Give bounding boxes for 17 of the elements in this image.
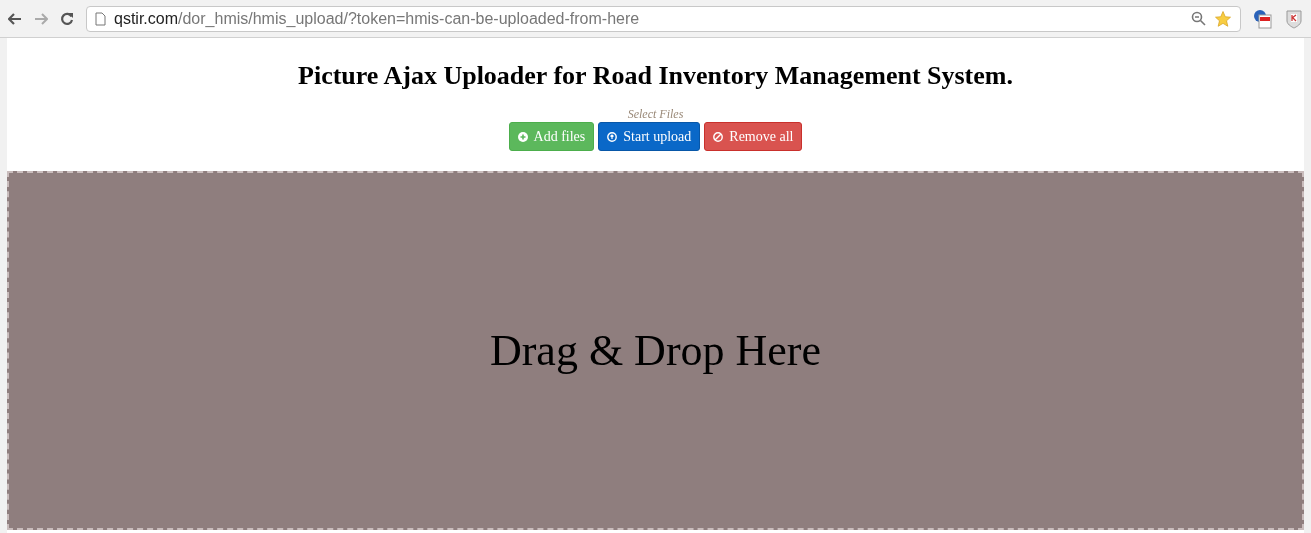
reload-icon[interactable]: [60, 11, 74, 26]
toolbar-button[interactable]: Start upload: [598, 122, 701, 151]
upload-circle-icon: [607, 131, 618, 142]
shield-extension-icon[interactable]: [1285, 8, 1303, 29]
star-icon[interactable]: [1214, 9, 1232, 28]
toolbar-button[interactable]: Remove all: [704, 122, 803, 151]
select-files-label: Select Files: [627, 107, 684, 121]
address-bar[interactable]: qstir.com/dor_hmis/hmis_upload/?token=hmis-can-be-uploaded-from-here: [86, 5, 1241, 32]
url-text: qstir.com/dor_hmis/hmis_upload/?token=hmis-can-be-uploaded-from-here: [114, 8, 640, 29]
drop-zone[interactable]: Drag & Drop Here: [7, 171, 1304, 530]
ban-icon: [713, 131, 724, 142]
zoom-out-icon[interactable]: [1191, 11, 1206, 26]
back-arrow-icon[interactable]: [8, 12, 22, 25]
page-title: Picture Ajax Uploader for Road Inventory Management System.: [298, 60, 1013, 92]
page-icon: [95, 11, 106, 26]
pdf-extension-icon[interactable]: [1253, 8, 1273, 29]
plus-circle-icon: [517, 131, 528, 142]
